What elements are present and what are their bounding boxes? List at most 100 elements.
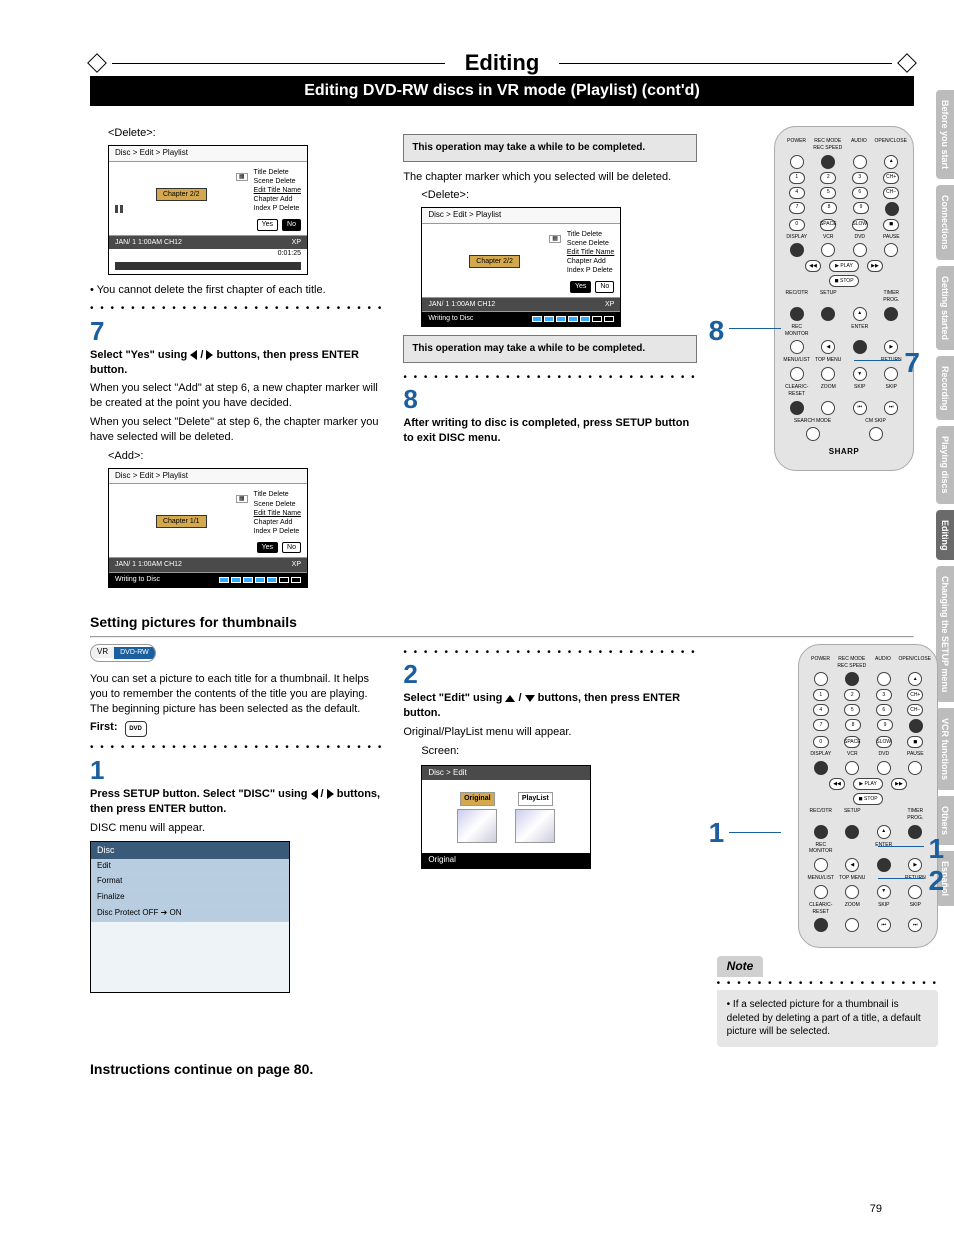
- lower-columns: VR DVD-RW You can set a picture to each …: [90, 644, 914, 1047]
- screen-breadcrumb: Disc > Edit > Playlist: [422, 208, 620, 224]
- step-2-instruction: Select "Edit" using / buttons, then pres…: [403, 691, 696, 721]
- divider-dots: • • • • • • • • • • • • • • • • • • • • …: [403, 371, 696, 385]
- upper-columns: <Delete>: Disc > Edit > Playlist ▦ Chapt…: [90, 126, 914, 596]
- down-button: ▼: [853, 367, 867, 381]
- ff-button: ▶▶: [867, 260, 883, 272]
- callout-line: [854, 360, 900, 361]
- col-middle-2: • • • • • • • • • • • • • • • • • • • • …: [403, 644, 696, 1047]
- disc-menu-item: Disc Protect OFF ➔ ON: [91, 906, 289, 922]
- notice-box: This operation may take a while to be co…: [403, 335, 696, 363]
- footer-mode: XP: [292, 238, 301, 247]
- step-number-2: 2: [403, 661, 696, 687]
- no-chip: No: [282, 219, 301, 230]
- step-2-result: Original/PlayList menu will appear.: [403, 725, 696, 740]
- step-1-result: DISC menu will appear.: [90, 821, 383, 836]
- page-root: Before you start Connections Getting sta…: [0, 0, 954, 1235]
- side-tab[interactable]: Getting started: [936, 266, 954, 350]
- col-left-2: VR DVD-RW You can set a picture to each …: [90, 644, 383, 1047]
- callout-2-right: 2: [928, 862, 944, 900]
- note-box: Note • • • • • • • • • • • • • • • • • •…: [717, 956, 938, 1046]
- setup-button: [821, 307, 835, 321]
- right-button: ▶: [884, 340, 898, 354]
- page-title: Editing: [445, 50, 560, 76]
- thumb-icon: ▦: [549, 235, 561, 243]
- divider-dots: • • • • • • • • • • • • • • • • • • • • …: [403, 646, 696, 660]
- dvd-remote-icon: DVD: [125, 721, 147, 737]
- step-8-instruction: After writing to disc is completed, pres…: [403, 416, 696, 446]
- step-7-instruction: Select "Yes" using / buttons, then press…: [90, 348, 383, 378]
- writing-label: Writing to Disc: [115, 575, 160, 585]
- add-label: <Add>:: [108, 449, 383, 464]
- step-7-delete-text: When you select "Delete" at step 6, the …: [90, 415, 383, 445]
- screen-delete-after: Disc > Edit > Playlist ▦ Chapter 2/2 Tit…: [421, 207, 621, 327]
- thumbnails-intro: You can set a picture to each title for …: [90, 672, 383, 717]
- setup-button-2: [845, 825, 859, 839]
- note-body: • If a selected picture for a thumbnail …: [717, 990, 938, 1047]
- rec-button: [790, 307, 804, 321]
- notice-box: This operation may take a while to be co…: [403, 134, 696, 162]
- thumb-icon: ▦: [236, 495, 248, 503]
- writing-label: Writing to Disc: [428, 314, 473, 324]
- yes-chip: Yes: [257, 542, 278, 553]
- right-arrow-icon: [206, 350, 213, 360]
- footer-datetime: JAN/ 1 1:00AM CH12: [428, 300, 495, 309]
- callout-8: 8: [709, 312, 725, 350]
- callout-7: 7: [904, 344, 920, 382]
- no-chip: No: [282, 542, 301, 553]
- step-7-add-text: When you select "Add" at step 6, a new c…: [90, 381, 383, 411]
- col-left: <Delete>: Disc > Edit > Playlist ▦ Chapt…: [90, 126, 383, 596]
- page-number: 79: [870, 1203, 882, 1215]
- remote-control-diagram: POWERREC MODEREC SPEEDAUDIOOPEN/CLOSE ▲ …: [774, 126, 914, 471]
- yes-chip: Yes: [257, 219, 278, 230]
- enter-button-2: [877, 858, 891, 872]
- play-button: ▶ PLAY: [829, 260, 859, 272]
- subtitle-bar: Editing DVD-RW discs in VR mode (Playlis…: [90, 76, 914, 106]
- edit-footer: Original: [422, 853, 590, 868]
- footer-mode: XP: [605, 300, 614, 309]
- thumbnail-image: [457, 809, 497, 843]
- col-right: 8 7 POWERREC MODEREC SPEEDAUDIOOPEN/CLOS…: [717, 126, 914, 596]
- progress-bar: [115, 262, 301, 270]
- side-tab[interactable]: Changing the SETUP menu: [936, 566, 954, 702]
- power-button: [790, 155, 804, 169]
- side-tab[interactable]: VCR functions: [936, 708, 954, 790]
- thumb-playlist: PlayList: [512, 790, 558, 842]
- footer-datetime: JAN/ 1 1:00AM CH12: [115, 238, 182, 247]
- remote-control-diagram-2: POWERREC MODEREC SPEEDAUDIOOPEN/CLOSE ▲ …: [798, 644, 938, 949]
- enter-button: [853, 340, 867, 354]
- screen-breadcrumb: Disc > Edit > Playlist: [109, 146, 307, 162]
- section-thumbnails-title: Setting pictures for thumbnails: [90, 614, 914, 630]
- remote-brand: SHARP: [781, 447, 907, 458]
- video-tv-button: [885, 202, 899, 216]
- left-arrow-icon: [311, 789, 318, 799]
- side-tab[interactable]: Playing discs: [936, 426, 954, 504]
- note-label: Note: [717, 956, 764, 976]
- thumb-original: Original: [454, 790, 500, 842]
- side-tab-active[interactable]: Editing: [936, 510, 954, 561]
- right-arrow-icon: [327, 789, 334, 799]
- disc-menu-head: Disc: [91, 842, 289, 858]
- callout-line: [878, 878, 924, 879]
- yes-chip: Yes: [570, 281, 591, 292]
- side-tab[interactable]: Connections: [936, 185, 954, 260]
- stop-button: ◼ STOP: [829, 275, 859, 287]
- screen-breadcrumb: Disc > Edit > Playlist: [109, 469, 307, 485]
- progress-cells: [532, 314, 614, 324]
- side-tab[interactable]: Before you start: [936, 90, 954, 179]
- screen-delete-before: Disc > Edit > Playlist ▦ Chapter 2/2 Tit…: [108, 145, 308, 276]
- screen-add: Disc > Edit > Playlist ▦ Chapter 1/1 Tit…: [108, 468, 308, 588]
- step-number-8: 8: [403, 386, 696, 412]
- progress-cells: [219, 575, 301, 585]
- side-tab[interactable]: Recording: [936, 356, 954, 421]
- chapter-badge: Chapter 2/2: [469, 255, 520, 268]
- up-arrow-icon: [505, 695, 515, 702]
- callout-line: [878, 846, 924, 847]
- audio-button: [853, 155, 867, 169]
- title-banner: Editing: [90, 50, 914, 76]
- chapter-badge: Chapter 2/2: [156, 188, 207, 201]
- continue-line: Instructions continue on page 80.: [90, 1061, 914, 1077]
- chapter-delete-result: The chapter marker which you selected wi…: [403, 170, 696, 185]
- col-right-2: 1 1 2 POWERREC MODEREC SPEEDAUDIOOPEN/CL…: [717, 644, 938, 1047]
- disc-menu-screen: Disc Edit Format Finalize Disc Protect O…: [90, 841, 290, 992]
- footer-datetime: JAN/ 1 1:00AM CH12: [115, 560, 182, 569]
